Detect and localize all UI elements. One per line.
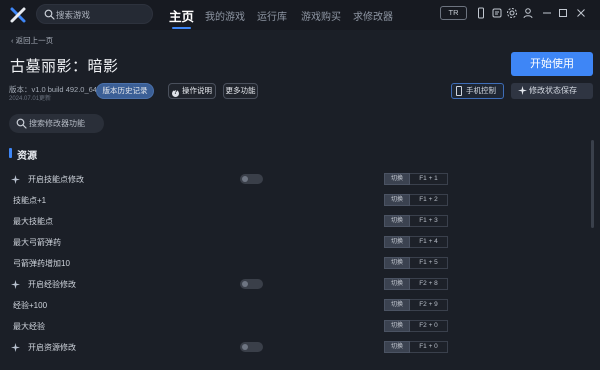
phone-control-button[interactable]: 手机控制	[451, 83, 504, 99]
switch-button[interactable]: 切换	[384, 236, 410, 248]
cheat-label: 开启技能点修改	[28, 175, 84, 184]
hotkey-value[interactable]: F1 + 2	[410, 194, 448, 206]
hotkey-group: 切换 F1 + 1	[384, 173, 448, 185]
info-icon: ?	[172, 90, 179, 97]
hotkey-group: 切换 F2 + 8	[384, 278, 448, 290]
hotkey-group: 切换 F1 + 3	[384, 215, 448, 227]
back-label: 返回上一页	[15, 36, 54, 45]
cheat-toggle[interactable]	[240, 279, 263, 289]
hotkey-value[interactable]: F1 + 3	[410, 215, 448, 227]
hotkey-group: 切换 F1 + 2	[384, 194, 448, 206]
hotkey-group: 切换 F1 + 4	[384, 236, 448, 248]
cheat-label: 弓箭弹药增加10	[13, 259, 70, 268]
switch-button[interactable]: 切换	[384, 278, 410, 290]
switch-button[interactable]: 切换	[384, 320, 410, 332]
minimize-icon[interactable]	[541, 7, 553, 19]
cheat-row: 最大技能点 切换 F1 + 3	[0, 212, 588, 233]
more-features-button[interactable]: 更多功能	[223, 83, 258, 99]
sparkle-icon	[518, 86, 527, 95]
cheat-row: 技能点+1 切换 F1 + 2	[0, 191, 588, 212]
sparkle-icon	[11, 343, 20, 352]
version-history-button[interactable]: 版本历史记录	[96, 83, 154, 99]
user-icon[interactable]	[522, 7, 534, 19]
switch-button[interactable]: 切换	[384, 299, 410, 311]
cheat-label: 开启经验修改	[28, 280, 76, 289]
game-search-box[interactable]	[36, 4, 153, 24]
switch-button[interactable]: 切换	[384, 173, 410, 185]
phone-control-label: 手机控制	[466, 86, 496, 95]
cheat-row: 最大经验 切换 F2 + 0	[0, 317, 588, 338]
cheat-label: 最大技能点	[13, 217, 53, 226]
hotkey-group: 切换 F1 + 0	[384, 341, 448, 353]
switch-button[interactable]: 切换	[384, 215, 410, 227]
hotkey-value[interactable]: F2 + 8	[410, 278, 448, 290]
game-title: 古墓丽影：暗影	[10, 58, 119, 75]
sparkle-icon	[11, 280, 20, 289]
cheat-label: 最大经验	[13, 322, 45, 331]
cheat-row: 经验+100 切换 F2 + 9	[0, 296, 588, 317]
cheat-row: 开启技能点修改 切换 F1 + 1	[0, 170, 588, 191]
message-icon[interactable]	[491, 7, 503, 19]
maximize-icon[interactable]	[557, 7, 569, 19]
cheat-toggle[interactable]	[240, 342, 263, 352]
cheat-row: 最大弓箭弹药 切换 F1 + 4	[0, 233, 588, 254]
nav-home[interactable]: 主页	[169, 6, 194, 29]
search-icon	[44, 9, 55, 20]
cheat-toggle[interactable]	[240, 174, 263, 184]
cheat-label: 开启资源修改	[28, 343, 76, 352]
cheat-row: 开启资源修改 切换 F1 + 0	[0, 338, 588, 359]
trainer-search-box[interactable]	[9, 114, 104, 133]
update-date: 2024.07.01更新	[9, 96, 52, 102]
section-title: 资源	[9, 147, 37, 162]
save-state-label: 修改状态保存	[529, 86, 577, 95]
tr-badge[interactable]: TR	[440, 6, 467, 20]
nav-runtime[interactable]: 运行库	[257, 8, 287, 23]
phone-icon[interactable]	[475, 7, 487, 19]
start-button[interactable]: 开始使用	[511, 52, 593, 76]
switch-button[interactable]: 切换	[384, 194, 410, 206]
scrollbar[interactable]	[591, 140, 594, 228]
search-icon	[16, 118, 27, 129]
hotkey-group: 切换 F2 + 0	[384, 320, 448, 332]
phone-icon	[456, 86, 462, 96]
back-link[interactable]: ‹ 返回上一页	[11, 35, 53, 46]
hotkey-value[interactable]: F1 + 5	[410, 257, 448, 269]
cheat-label: 经验+100	[13, 301, 48, 310]
cheat-label: 最大弓箭弹药	[13, 238, 61, 247]
nav-request-trainer[interactable]: 求修改器	[353, 8, 393, 23]
hotkey-value[interactable]: F1 + 4	[410, 236, 448, 248]
hotkey-value[interactable]: F1 + 1	[410, 173, 448, 185]
switch-button[interactable]: 切换	[384, 257, 410, 269]
settings-icon[interactable]	[506, 7, 518, 19]
hotkey-value[interactable]: F2 + 9	[410, 299, 448, 311]
nav-my-games[interactable]: 我的游戏	[205, 8, 245, 23]
guide-button[interactable]: ? 操作说明	[168, 83, 216, 99]
app-logo-icon[interactable]	[9, 6, 27, 24]
close-icon[interactable]	[575, 7, 587, 19]
switch-button[interactable]: 切换	[384, 341, 410, 353]
guide-label: 操作说明	[182, 86, 212, 95]
nav-buy-games[interactable]: 游戏购买	[301, 8, 341, 23]
trainer-search-input[interactable]	[29, 117, 101, 130]
cheat-row: 弓箭弹药增加10 切换 F1 + 5	[0, 254, 588, 275]
hotkey-value[interactable]: F1 + 0	[410, 341, 448, 353]
save-state-button[interactable]: 修改状态保存	[511, 83, 593, 99]
game-search-input[interactable]	[56, 7, 148, 22]
cheat-row: 开启经验修改 切换 F2 + 8	[0, 275, 588, 296]
hotkey-group: 切换 F1 + 5	[384, 257, 448, 269]
sparkle-icon	[11, 175, 20, 184]
cheat-label: 技能点+1	[13, 196, 47, 205]
hotkey-group: 切换 F2 + 9	[384, 299, 448, 311]
hotkey-value[interactable]: F2 + 0	[410, 320, 448, 332]
top-bar: 主页 我的游戏 运行库 游戏购买 求修改器 TR	[0, 0, 600, 30]
